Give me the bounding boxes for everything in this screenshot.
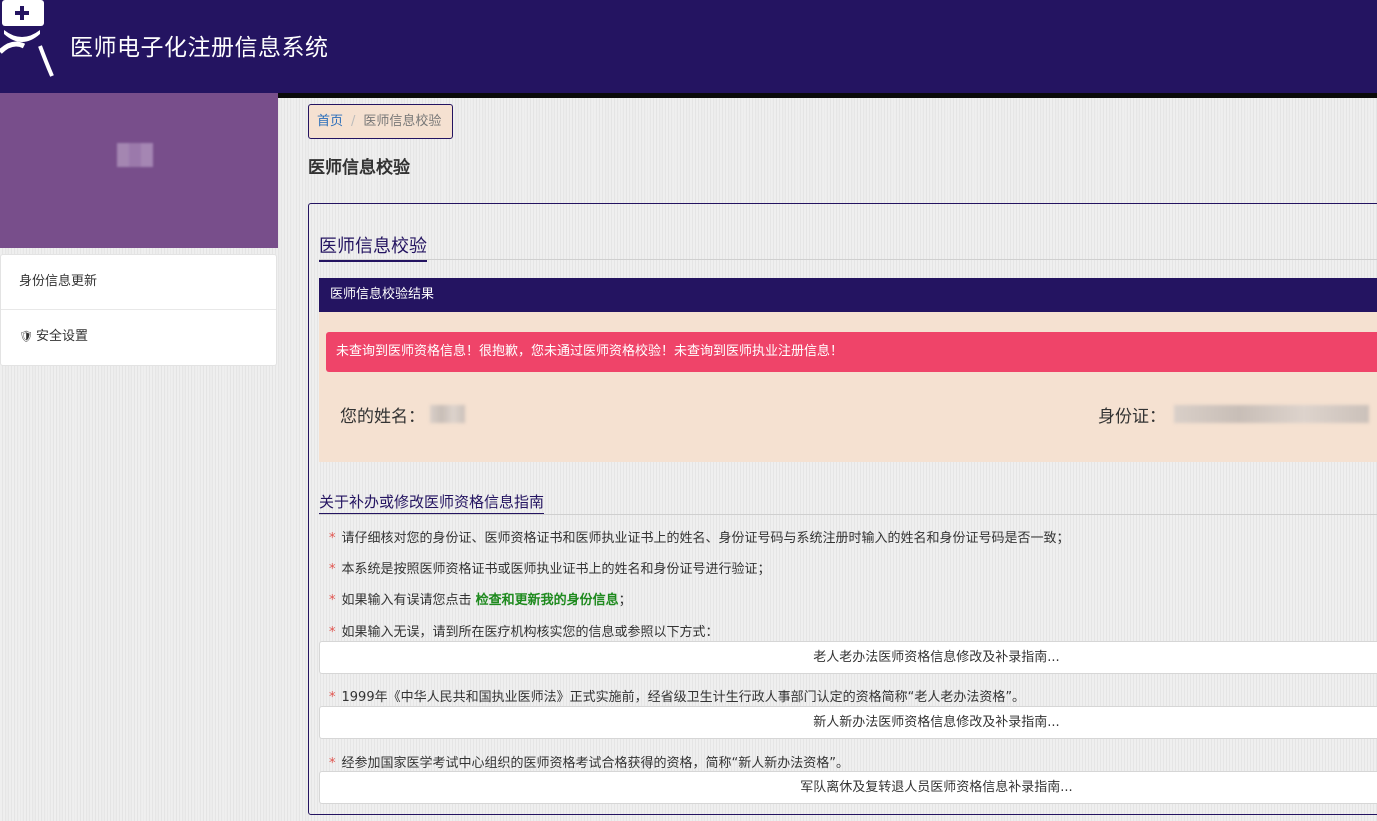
- bullet-star: *: [329, 756, 336, 771]
- sidebar-item-identity-update[interactable]: 身份信息更新: [1, 255, 276, 310]
- guide-text: 如果输入有误请您点击: [341, 593, 472, 608]
- bullet-star: *: [329, 531, 336, 546]
- doctor-icon: [0, 0, 54, 77]
- guide-item: * 请仔细核对您的身份证、医师资格证书和医师执业证书上的姓名、身份证号码与系统注册…: [329, 527, 1070, 546]
- result-box: 医师信息校验结果 未查询到医师资格信息！很抱歉，您未通过医师资格校验！未查询到医…: [319, 278, 1377, 462]
- breadcrumb: 首页 / 医师信息校验: [308, 104, 453, 139]
- section-title: 医师信息校验: [319, 232, 427, 262]
- update-identity-link[interactable]: 检查和更新我的身份信息: [476, 593, 619, 608]
- sidebar-item-label: 安全设置: [35, 329, 88, 344]
- bullet-star: *: [329, 593, 336, 608]
- guide-title: 关于补办或修改医师资格信息指南: [319, 491, 545, 515]
- guide-text: 经参加国家医学考试中心组织的医师资格考试合格获得的资格，简称“新人新办法资格”。: [341, 756, 849, 771]
- avatar: [117, 143, 153, 167]
- guide-item: * 经参加国家医学考试中心组织的医师资格考试合格获得的资格，简称“新人新办法资格”…: [329, 752, 849, 771]
- sidebar-menu: 身份信息更新 🛡 安全设置: [0, 254, 277, 366]
- guide-text: 本系统是按照医师资格证书或医师执业证书上的姓名和身份证号进行验证；: [341, 562, 771, 577]
- guide-item: * 1999年《中华人民共和国执业医师法》正式实施前，经省级卫生计生行政人事部门认…: [329, 686, 1025, 705]
- sidebar-item-label: 身份信息更新: [19, 274, 98, 289]
- verification-panel: 医师信息校验 医师信息校验结果 未查询到医师资格信息！很抱歉，您未通过医师资格校…: [308, 203, 1377, 815]
- old-method-guide-button[interactable]: 老人老办法医师资格信息修改及补录指南...: [319, 641, 1377, 674]
- shield-icon: 🛡: [19, 330, 33, 343]
- section-divider: [319, 259, 1377, 260]
- name-label: 您的姓名：: [340, 407, 425, 427]
- page-title: 医师信息校验: [308, 158, 410, 178]
- guide-text: 1999年《中华人民共和国执业医师法》正式实施前，经省级卫生计生行政人事部门认定…: [341, 690, 1026, 705]
- breadcrumb-home-link[interactable]: 首页: [317, 114, 343, 129]
- breadcrumb-current: 医师信息校验: [363, 114, 442, 129]
- guide-text: 如果输入无误，请到所在医疗机构核实您的信息或参照以下方式：: [341, 625, 719, 640]
- name-value-redacted: [430, 405, 465, 423]
- bullet-star: *: [329, 690, 336, 705]
- error-alert: 未查询到医师资格信息！很抱歉，您未通过医师资格校验！未查询到医师执业注册信息！: [326, 332, 1377, 372]
- id-label: 身份证：: [1098, 407, 1166, 427]
- guide-item: * 如果输入无误，请到所在医疗机构核实您的信息或参照以下方式：: [329, 621, 719, 640]
- guide-text: 请仔细核对您的身份证、医师资格证书和医师执业证书上的姓名、身份证号码与系统注册时…: [341, 531, 1070, 546]
- guide-item: * 如果输入有误请您点击 检查和更新我的身份信息；: [329, 589, 632, 608]
- military-guide-button[interactable]: 军队离休及复转退人员医师资格信息补录指南...: [319, 771, 1377, 804]
- result-header: 医师信息校验结果: [319, 278, 1377, 312]
- header-divider: [278, 93, 1377, 98]
- guide-item: * 本系统是按照医师资格证书或医师执业证书上的姓名和身份证号进行验证；: [329, 558, 771, 577]
- sidebar-item-security[interactable]: 🛡 安全设置: [1, 310, 276, 365]
- guide-text: ；: [618, 593, 632, 608]
- app-title: 医师电子化注册信息系统: [70, 35, 329, 61]
- new-method-guide-button[interactable]: 新人新办法医师资格信息修改及补录指南...: [319, 706, 1377, 739]
- bullet-star: *: [329, 562, 336, 577]
- bullet-star: *: [329, 625, 336, 640]
- app-header: 医师电子化注册信息系统: [0, 0, 1377, 93]
- profile-panel: [0, 93, 278, 248]
- guide-divider: [319, 514, 1377, 515]
- breadcrumb-separator: /: [351, 114, 356, 129]
- id-value-redacted: [1174, 405, 1369, 423]
